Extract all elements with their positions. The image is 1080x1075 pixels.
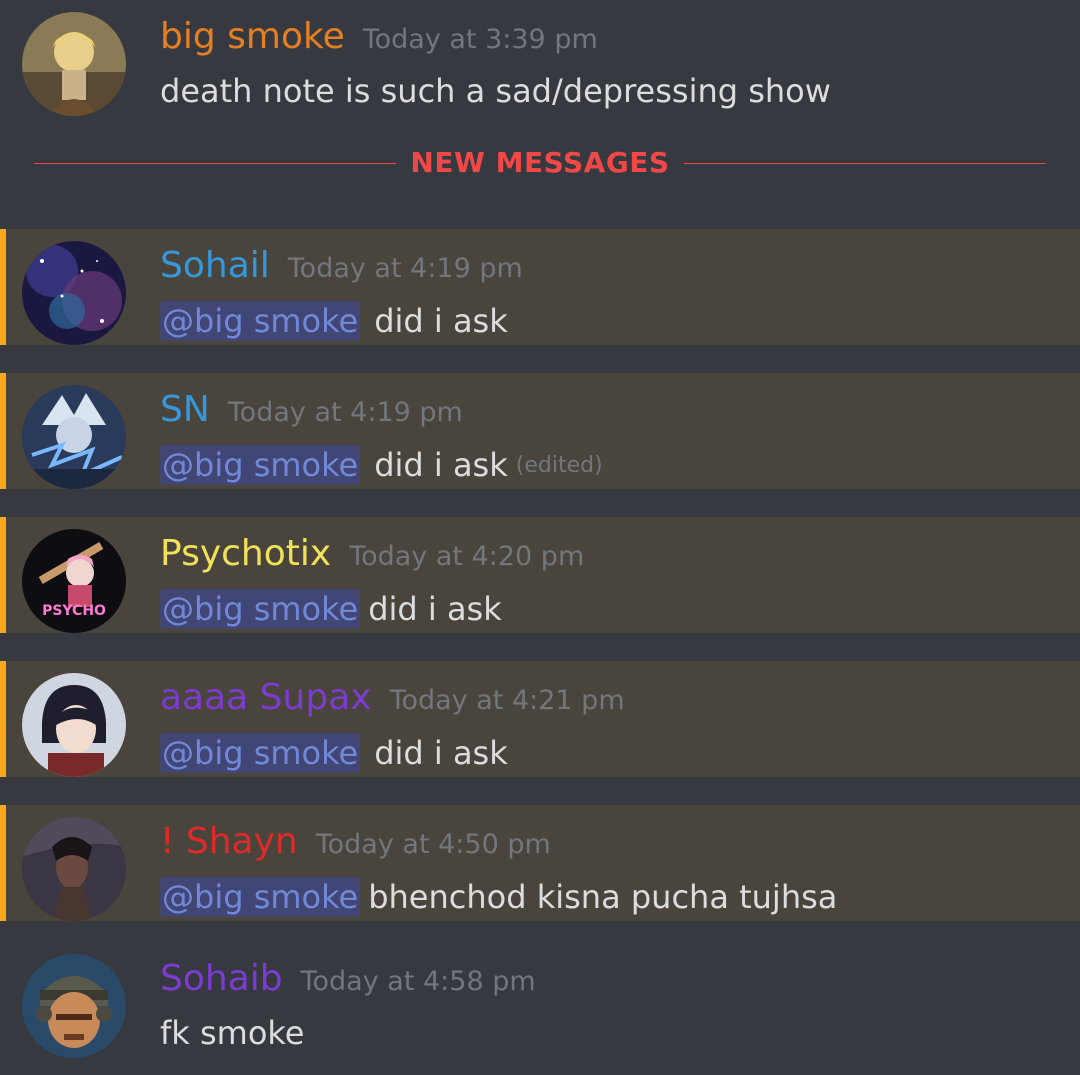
message-item[interactable]: SN Today at 4:19 pm @big smoke did i ask…: [0, 373, 1080, 489]
avatar[interactable]: [22, 954, 126, 1058]
message-text: did i ask: [374, 302, 508, 340]
user-mention[interactable]: @big smoke: [160, 589, 361, 629]
message-item[interactable]: big smoke Today at 3:39 pm death note is…: [0, 0, 1080, 116]
message-item[interactable]: Sohaib Today at 4:58 pm fk smoke: [0, 942, 1080, 1058]
timestamp: Today at 3:39 pm: [362, 24, 598, 55]
message-text: did i ask: [374, 446, 508, 484]
avatar[interactable]: [22, 673, 126, 777]
username[interactable]: SN: [160, 389, 210, 430]
username[interactable]: big smoke: [160, 16, 345, 57]
user-mention[interactable]: @big smoke: [160, 445, 361, 485]
timestamp: Today at 4:21 pm: [389, 685, 625, 716]
avatar-logo-text: PSYCHO: [42, 603, 106, 619]
avatar[interactable]: [22, 385, 126, 489]
avatar[interactable]: [22, 12, 126, 116]
message-text: did i ask: [368, 590, 502, 628]
username[interactable]: Psychotix: [160, 533, 331, 574]
username[interactable]: Sohaib: [160, 958, 283, 999]
new-messages-label: NEW MESSAGES: [410, 146, 670, 179]
message-item[interactable]: Sohail Today at 4:19 pm @big smoke did i…: [0, 229, 1080, 345]
message-text: did i ask: [374, 734, 508, 772]
timestamp: Today at 4:58 pm: [300, 966, 536, 997]
username[interactable]: Sohail: [160, 245, 270, 286]
message-item[interactable]: aaaa Supax Today at 4:21 pm @big smoke d…: [0, 661, 1080, 777]
new-messages-divider: NEW MESSAGES: [34, 140, 1046, 188]
user-mention[interactable]: @big smoke: [160, 301, 361, 341]
message-item[interactable]: PSYCHO Psychotix Today at 4:20 pm @big s…: [0, 517, 1080, 633]
timestamp: Today at 4:20 pm: [349, 541, 585, 572]
timestamp: Today at 4:50 pm: [315, 829, 551, 860]
username[interactable]: ! Shayn: [160, 821, 298, 862]
user-mention[interactable]: @big smoke: [160, 733, 361, 773]
message-text: bhenchod kisna pucha tujhsa: [368, 878, 838, 916]
timestamp: Today at 4:19 pm: [287, 253, 523, 284]
message-text: death note is such a sad/depressing show: [160, 72, 831, 110]
edited-label: (edited): [515, 452, 603, 478]
avatar[interactable]: [22, 817, 126, 921]
timestamp: Today at 4:19 pm: [227, 397, 463, 428]
avatar[interactable]: [22, 241, 126, 345]
message-item[interactable]: ! Shayn Today at 4:50 pm @big smoke bhen…: [0, 805, 1080, 921]
avatar[interactable]: PSYCHO: [22, 529, 126, 633]
message-text: fk smoke: [160, 1014, 305, 1052]
user-mention[interactable]: @big smoke: [160, 877, 361, 917]
username[interactable]: aaaa Supax: [160, 677, 372, 718]
